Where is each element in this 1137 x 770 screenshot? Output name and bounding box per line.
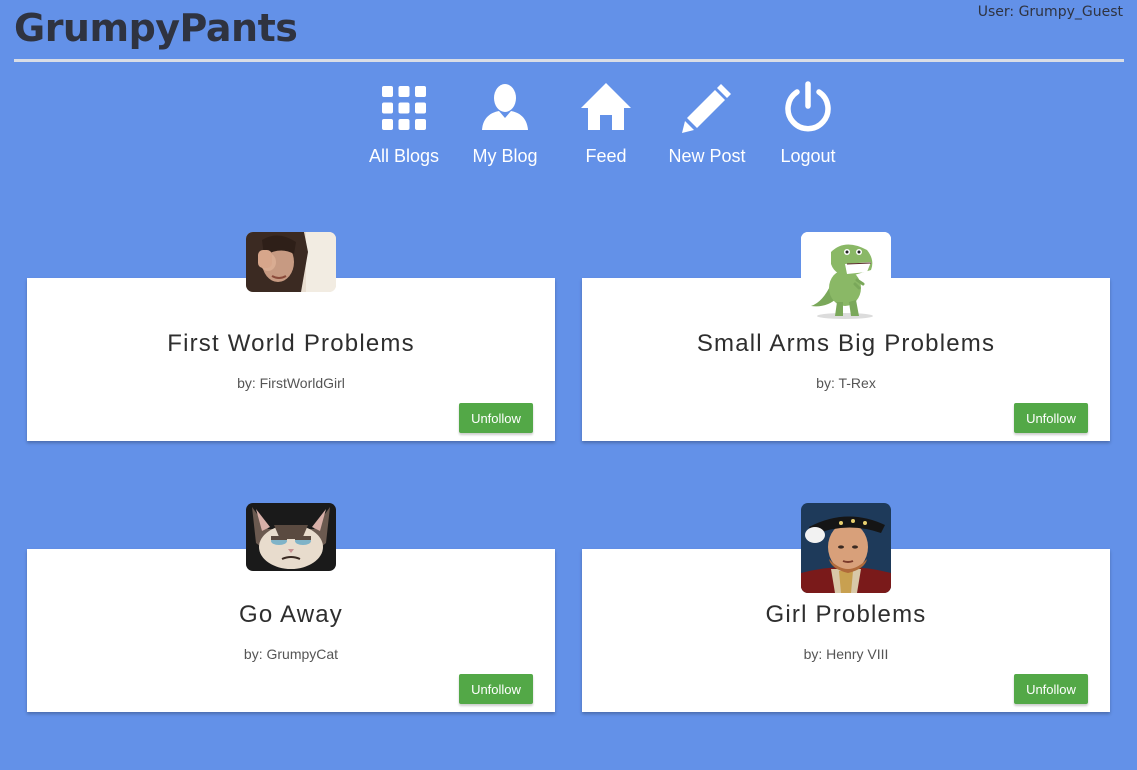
app-logo[interactable]: GrumpyPants	[14, 6, 298, 50]
power-icon	[785, 81, 831, 132]
unfollow-button[interactable]: Unfollow	[1014, 674, 1088, 704]
blog-title[interactable]: Small Arms Big Problems	[582, 330, 1110, 358]
home-icon	[581, 83, 631, 130]
nav-label: My Blog	[472, 146, 538, 166]
unfollow-button[interactable]: Unfollow	[459, 674, 533, 704]
blog-title[interactable]: Go Away	[27, 601, 555, 629]
user-icon	[482, 84, 528, 130]
avatar	[246, 232, 336, 292]
avatar	[801, 503, 891, 593]
nav-feed[interactable]: Feed	[556, 78, 656, 167]
blog-author: by: Henry VIII	[803, 646, 889, 662]
nav-my-blog[interactable]: My Blog	[455, 78, 555, 167]
nav-new-post[interactable]: New Post	[657, 78, 757, 167]
nav-label: Feed	[585, 146, 627, 166]
blog-title[interactable]: Girl Problems	[582, 601, 1110, 629]
nav-label: All Blogs	[368, 146, 440, 166]
header-divider	[14, 59, 1124, 62]
blog-card[interactable]: First World Problems by: FirstWorldGirl …	[27, 278, 555, 441]
main-nav: All Blogs My Blog Feed New Post Logout	[354, 78, 854, 178]
user-label: User: Grumpy_Guest	[977, 4, 1123, 20]
nav-label: Logout	[780, 146, 836, 166]
unfollow-button[interactable]: Unfollow	[1014, 403, 1088, 433]
blog-author: by: GrumpyCat	[243, 646, 339, 662]
unfollow-button[interactable]: Unfollow	[459, 403, 533, 433]
blog-title[interactable]: First World Problems	[27, 330, 555, 358]
grid-icon	[382, 86, 426, 130]
nav-logout[interactable]: Logout	[758, 78, 858, 167]
pencil-icon	[682, 84, 731, 133]
avatar	[246, 503, 336, 571]
avatar	[801, 232, 891, 322]
blog-card[interactable]: Go Away by: GrumpyCat Unfollow	[27, 549, 555, 712]
blog-author: by: FirstWorldGirl	[237, 375, 345, 391]
blog-author: by: T-Rex	[816, 375, 876, 391]
nav-all-blogs[interactable]: All Blogs	[354, 78, 454, 167]
nav-label: New Post	[668, 146, 746, 166]
